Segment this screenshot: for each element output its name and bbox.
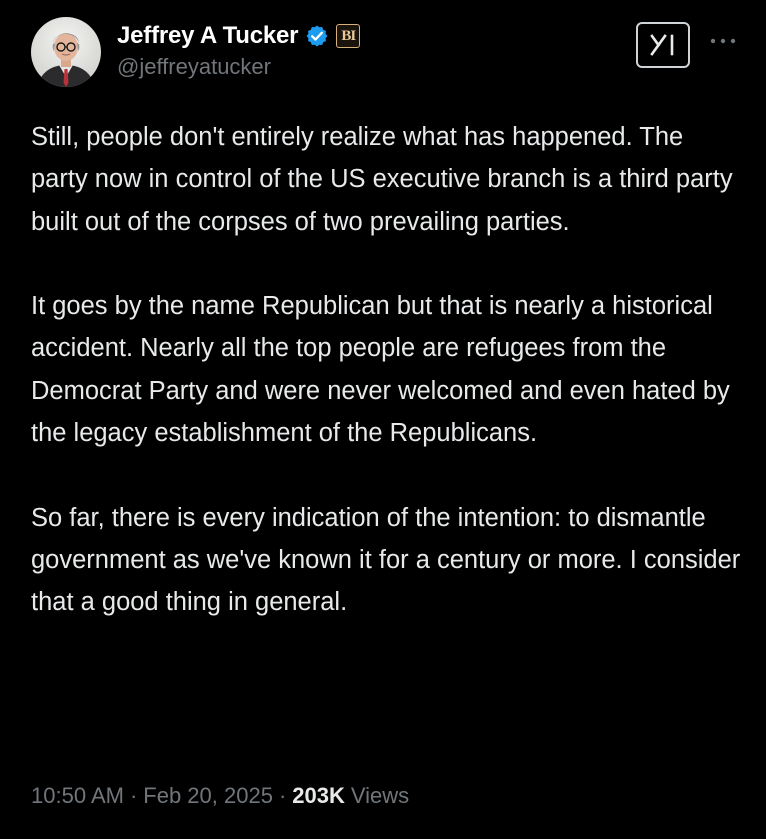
tweet-paragraph: So far, there is every indication of the… [31,503,741,617]
views-label: Views [350,783,410,808]
grok-button[interactable] [636,22,690,68]
more-icon [710,38,736,44]
author-name-row: Jeffrey A Tucker BI [117,19,361,53]
verified-badge-icon[interactable] [305,24,329,48]
tweet-date[interactable]: Feb 20, 2025 [143,783,273,809]
author-display-name[interactable]: Jeffrey A Tucker [117,22,299,50]
author-handle[interactable]: @jeffreyatucker [117,54,271,80]
affiliation-badge[interactable]: BI [336,24,361,48]
separator-dot: · [129,783,138,808]
person-avatar-icon [31,17,101,87]
separator-dot: · [278,783,287,808]
tweet-paragraph: It goes by the name Republican but that … [31,292,730,448]
tweet-metadata: 10:50 AM · Feb 20, 2025 · 203K Views [31,783,409,809]
tweet-time[interactable]: 10:50 AM [31,783,124,809]
views-count[interactable]: 203K [292,783,345,809]
tweet-paragraph: Still, people don't entirely realize wha… [31,123,733,236]
avatar[interactable] [31,17,101,87]
tweet-text: Still, people don't entirely realize wha… [31,116,741,624]
tweet: Jeffrey A Tucker BI @jeffreyatucker Stil… [0,0,766,839]
grok-icon [650,34,674,56]
more-options-button[interactable] [706,26,740,56]
